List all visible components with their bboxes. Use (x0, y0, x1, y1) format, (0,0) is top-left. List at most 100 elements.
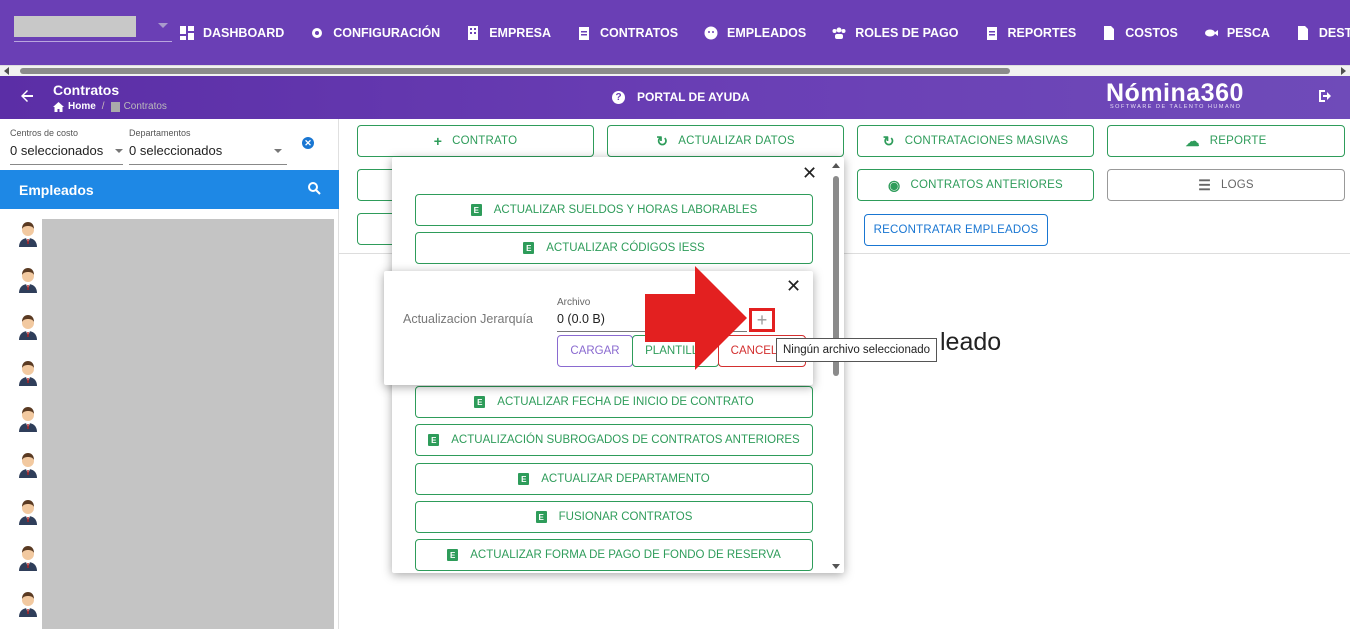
refresh-icon: ↻ (656, 132, 669, 149)
nav-contratos[interactable]: CONTRATOS (577, 26, 678, 40)
help-icon: ? (612, 90, 625, 104)
employee-avatar-icon[interactable] (16, 220, 40, 247)
horizontal-scrollbar[interactable] (0, 65, 1350, 76)
employee-avatar-icon[interactable] (16, 544, 40, 572)
refresh-icon: ↻ (882, 132, 895, 149)
gear-icon (310, 26, 324, 40)
add-contract-button[interactable]: + CONTRATO (357, 125, 594, 157)
menu-item-update-start-date[interactable]: E ACTUALIZAR FECHA DE INICIO DE CONTRATO (415, 386, 813, 418)
breadcrumb-home[interactable]: Home (68, 101, 96, 112)
menu-item-reserve-fund-payment[interactable]: E ACTUALIZAR FORMA DE PAGO DE FONDO DE RE… (415, 539, 813, 571)
scroll-down-icon[interactable] (832, 564, 840, 569)
plus-icon: + (433, 133, 443, 149)
fish-icon (1204, 26, 1218, 40)
excel-icon: E (470, 204, 482, 216)
help-portal-label: PORTAL DE AYUDA (637, 90, 750, 104)
close-icon[interactable]: ✕ (786, 276, 801, 297)
menu-item-update-department[interactable]: E ACTUALIZAR DEPARTAMENTO (415, 463, 813, 495)
add-file-plus-icon[interactable]: + (749, 308, 775, 332)
file-field-label: Archivo (557, 297, 591, 308)
breadcrumb: Home / Contratos (53, 101, 167, 112)
app-logo-subtitle: SOFTWARE DE TALENTO HUMANO (1110, 104, 1242, 110)
menu-vertical-scrollbar[interactable] (830, 159, 842, 573)
file-tooltip: Ningún archivo seleccionado (776, 338, 938, 362)
employee-avatar-icon[interactable] (16, 498, 40, 525)
employee-avatar-icon[interactable] (16, 451, 40, 479)
clear-filters-icon[interactable]: ✕ (302, 137, 314, 149)
nav-items: DASHBOARD CONFIGURACIÓN EMPRESA CONTRATO… (180, 0, 1350, 65)
excel-icon: E (535, 511, 547, 523)
cost-center-label: Centros de costo (10, 128, 79, 138)
upload-button[interactable]: CARGAR (557, 335, 633, 367)
scrollbar-thumb[interactable] (20, 68, 1010, 74)
employees-title: Empleados (19, 182, 94, 198)
home-icon (53, 101, 64, 112)
dollar-file-icon (1102, 25, 1116, 40)
search-icon[interactable] (308, 182, 321, 198)
clipboard-icon (985, 26, 999, 40)
nav-costos[interactable]: COSTOS (1102, 25, 1178, 40)
nav-configuracion[interactable]: CONFIGURACIÓN (310, 26, 440, 40)
page-title: Contratos (53, 82, 120, 98)
back-arrow-icon[interactable] (20, 89, 34, 108)
excel-icon: E (447, 549, 459, 561)
eye-icon: ◉ (888, 176, 901, 193)
excel-icon: E (523, 242, 535, 254)
menu-item-subrogated-update[interactable]: E ACTUALIZACIÓN SUBROGADOS DE CONTRATOS A… (415, 424, 813, 456)
report-button[interactable]: ☁ REPORTE (1107, 125, 1345, 157)
menu-item-merge-contracts[interactable]: E FUSIONAR CONTRATOS (415, 501, 813, 533)
scroll-left-icon[interactable] (4, 67, 9, 75)
face-icon (704, 26, 718, 40)
chevron-down-icon (115, 149, 123, 153)
background-message: leado (940, 328, 1002, 356)
scroll-up-icon[interactable] (832, 163, 840, 168)
excel-icon: E (474, 396, 486, 408)
chevron-down-icon (274, 149, 282, 153)
department-label: Departamentos (129, 128, 191, 138)
department-select[interactable]: 0 seleccionados (129, 143, 222, 158)
top-nav: DASHBOARD CONFIGURACIÓN EMPRESA CONTRATO… (0, 0, 1350, 65)
chevron-down-icon (158, 23, 168, 28)
employee-avatar-icon[interactable] (16, 313, 40, 340)
left-panel: Centros de costo 0 seleccionados Departa… (0, 119, 339, 629)
close-icon[interactable]: ✕ (802, 163, 817, 184)
company-name-redacted (14, 16, 136, 37)
employee-names-redacted (42, 219, 334, 629)
dashboard-icon (180, 25, 194, 40)
nav-dashboard[interactable]: DASHBOARD (180, 25, 284, 40)
group-icon (832, 26, 846, 40)
nav-pesca[interactable]: PESCA (1204, 26, 1270, 40)
nav-empresa[interactable]: EMPRESA (466, 25, 551, 40)
rehire-employees-button[interactable]: RECONTRATAR EMPLEADOS (864, 214, 1048, 246)
page-header: Contratos Home / Contratos ? PORTAL DE A… (0, 76, 1350, 119)
excel-icon: E (428, 434, 440, 446)
employee-avatar-icon[interactable] (16, 266, 40, 294)
cost-center-select[interactable]: 0 seleccionados (10, 143, 103, 158)
employee-avatar-icon[interactable] (16, 405, 40, 433)
nav-empleados[interactable]: EMPLEADOS (704, 26, 806, 40)
list-icon: ☰ (1198, 176, 1211, 193)
mass-hiring-button[interactable]: ↻ CONTRATACIONES MASIVAS (857, 125, 1094, 157)
company-select[interactable] (14, 16, 172, 42)
employees-header: Empleados (0, 170, 339, 209)
excel-icon: E (518, 473, 530, 485)
clipboard-icon (110, 101, 120, 112)
menu-item-update-salaries[interactable]: E ACTUALIZAR SUELDOS Y HORAS LABORABLES (415, 194, 813, 226)
employee-avatar-icon[interactable] (16, 590, 40, 618)
nav-reportes[interactable]: REPORTES (985, 26, 1076, 40)
logs-button[interactable]: ☰ LOGS (1107, 169, 1345, 201)
scroll-right-icon[interactable] (1341, 67, 1346, 75)
building-icon (466, 25, 480, 40)
nav-destajo[interactable]: DESTAJO (1296, 25, 1350, 40)
red-arrow-annotation (645, 266, 747, 370)
employee-avatar-icon[interactable] (16, 359, 40, 386)
document-icon (1296, 25, 1310, 40)
previous-contracts-button[interactable]: ◉ CONTRATOS ANTERIORES (857, 169, 1094, 201)
file-field-value: 0 (0.0 B) (557, 312, 605, 326)
update-data-button[interactable]: ↻ ACTUALIZAR DATOS (607, 125, 844, 157)
breadcrumb-current: Contratos (123, 101, 167, 112)
help-portal-link[interactable]: ? PORTAL DE AYUDA (612, 90, 750, 104)
nav-roles-de-pago[interactable]: ROLES DE PAGO (832, 26, 959, 40)
logout-icon[interactable] (1318, 89, 1332, 108)
menu-item-update-iess-codes[interactable]: E ACTUALIZAR CÓDIGOS IESS (415, 232, 813, 264)
